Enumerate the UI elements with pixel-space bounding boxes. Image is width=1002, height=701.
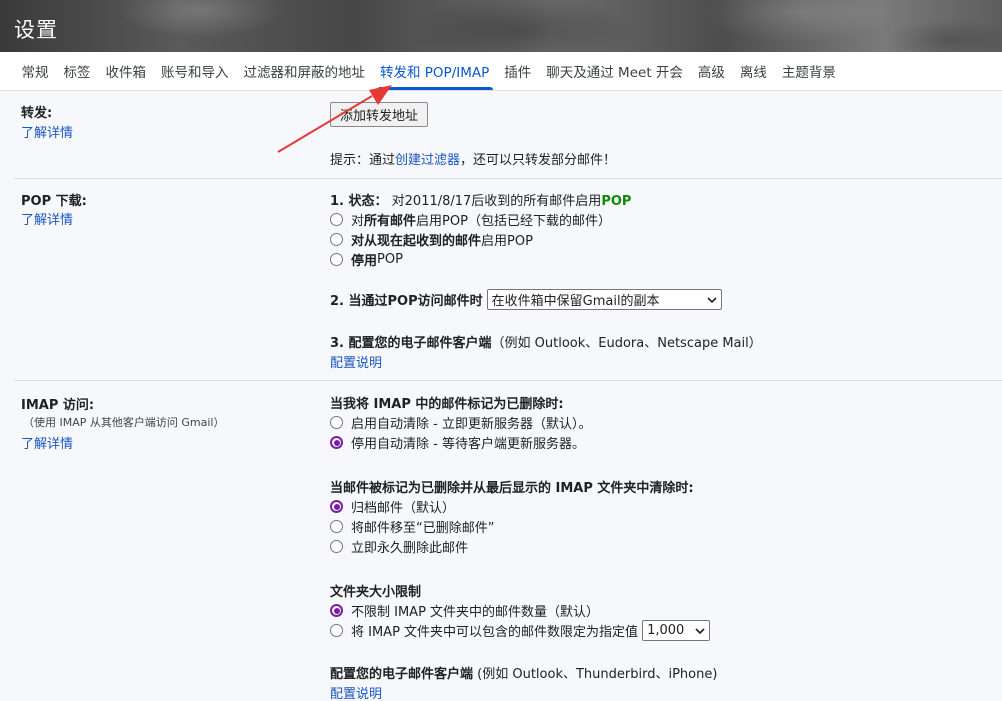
radio-button[interactable]	[330, 213, 343, 226]
pop-option-from-now[interactable]: 对从现在起收到的邮件 启用POP	[330, 230, 533, 249]
pop-config-instructions-link[interactable]: 配置说明	[330, 352, 382, 371]
pop-client-label: 3. 配置您的电子邮件客户端	[330, 336, 492, 351]
radio-button[interactable]	[330, 253, 343, 266]
tab-accounts-import[interactable]: 账号和导入	[154, 52, 237, 90]
pop-status-value: POP	[601, 194, 632, 209]
imap-expunge-archive[interactable]: 归档邮件（默认）	[330, 497, 455, 516]
imap-expunge-delete[interactable]: 立即永久删除此邮件	[330, 537, 468, 556]
section-divider	[14, 380, 1002, 381]
pop-access-label: 2. 当通过POP访问邮件时	[330, 294, 483, 309]
create-filter-link[interactable]: 创建过滤器	[395, 153, 460, 168]
imap-group1-title: 当我将 IMAP 中的邮件标记为已删除时:	[330, 397, 564, 412]
imap-autoexpunge-off-text: 停用自动清除 - 等待客户端更新服务器。	[351, 437, 585, 452]
tab-filters-blocked[interactable]: 过滤器和屏蔽的地址	[236, 52, 373, 90]
tab-labels[interactable]: 标签	[56, 52, 98, 90]
pop-label: POP 下载:	[21, 194, 87, 209]
pop-option-disable[interactable]: 停用 POP	[330, 250, 403, 269]
pop-learn-more-link[interactable]: 了解详情	[21, 209, 73, 228]
pop-option-disable-post: POP	[377, 252, 403, 267]
imap-no-limit[interactable]: 不限制 IMAP 文件夹中的邮件数量（默认）	[330, 601, 599, 620]
imap-learn-more-link[interactable]: 了解详情	[21, 433, 73, 452]
radio-button[interactable]	[330, 436, 343, 449]
pop-option-all-bold: 所有邮件	[364, 214, 417, 229]
imap-expunge-trash[interactable]: 将邮件移至“已删除邮件”	[330, 517, 494, 536]
pop-access-select[interactable]: 在收件箱中保留Gmail的副本	[486, 289, 722, 310]
settings-header: 设置	[0, 0, 1002, 52]
imap-client-label: 配置您的电子邮件客户端	[330, 667, 474, 682]
pop-option-all-post: 启用POP（包括已经下载的邮件）	[416, 214, 611, 229]
imap-label: IMAP 访问:	[21, 398, 95, 413]
imap-autoexpunge-on-text: 启用自动清除 - 立即更新服务器（默认）。	[351, 417, 592, 432]
pop-option-all[interactable]: 对所有邮件 启用POP（包括已经下载的邮件）	[330, 210, 611, 229]
pop-client-row: 3. 配置您的电子邮件客户端（例如 Outlook、Eudora、Netscap…	[330, 332, 762, 351]
chevron-down-icon	[707, 296, 717, 303]
radio-button[interactable]	[330, 233, 343, 246]
radio-button[interactable]	[330, 520, 343, 533]
pop-option-from-now-post: 启用POP	[481, 234, 533, 249]
settings-content: 转发: 了解详情 添加转发地址 提示：通过创建过滤器，还可以只转发部分邮件！ P…	[0, 92, 1002, 701]
forwarding-tip-prefix: 提示：通过	[330, 153, 396, 168]
radio-button[interactable]	[330, 624, 343, 637]
imap-config-instructions-link[interactable]: 配置说明	[330, 683, 382, 701]
radio-button[interactable]	[330, 604, 343, 617]
pop-status-text: 对2011/8/17后收到的所有邮件启用	[387, 194, 602, 209]
pop-status: 1. 状态： 对2011/8/17后收到的所有邮件启用POP	[330, 190, 631, 209]
pop-access-row: 2. 当通过POP访问邮件时 在收件箱中保留Gmail的副本	[330, 289, 722, 310]
forwarding-label: 转发:	[21, 106, 53, 121]
add-forwarding-address-button[interactable]: 添加转发地址	[330, 102, 429, 127]
imap-expunge-delete-text: 立即永久删除此邮件	[351, 541, 469, 556]
imap-client-row: 配置您的电子邮件客户端 (例如 Outlook、Thunderbird、iPho…	[330, 663, 717, 682]
imap-limit-select-value: 1,000	[647, 623, 685, 638]
radio-button[interactable]	[330, 540, 343, 553]
imap-limit[interactable]: 将 IMAP 文件夹中可以包含的邮件数限定为指定值 1,000	[330, 620, 711, 641]
radio-button[interactable]	[330, 416, 343, 429]
pop-status-label: 1. 状态：	[330, 194, 388, 209]
imap-autoexpunge-off[interactable]: 停用自动清除 - 等待客户端更新服务器。	[330, 433, 585, 452]
pop-option-disable-bold: 停用	[351, 254, 378, 269]
section-divider	[14, 178, 1002, 179]
settings-tabs: 常规 标签 收件箱 账号和导入 过滤器和屏蔽的地址 转发和 POP/IMAP 插…	[0, 52, 1002, 91]
tab-chat-meet[interactable]: 聊天及通过 Meet 开会	[539, 52, 691, 90]
imap-autoexpunge-on[interactable]: 启用自动清除 - 立即更新服务器（默认）。	[330, 413, 591, 432]
chevron-down-icon	[695, 627, 705, 634]
pop-option-from-now-bold: 对从现在起收到的邮件	[351, 234, 482, 249]
imap-expunge-trash-text: 将邮件移至“已删除邮件”	[351, 521, 495, 536]
imap-limit-text: 将 IMAP 文件夹中可以包含的邮件数限定为指定值	[351, 625, 639, 640]
forwarding-learn-more-link[interactable]: 了解详情	[21, 122, 73, 141]
radio-button[interactable]	[330, 500, 343, 513]
page-title: 设置	[14, 18, 58, 42]
tab-offline[interactable]: 离线	[732, 52, 774, 90]
forwarding-tip: 提示：通过创建过滤器，还可以只转发部分邮件！	[330, 149, 616, 168]
imap-limit-select[interactable]: 1,000	[642, 620, 711, 641]
tab-inbox[interactable]: 收件箱	[98, 52, 154, 90]
pop-access-select-value: 在收件箱中保留Gmail的副本	[491, 294, 660, 309]
tab-themes[interactable]: 主题背景	[774, 52, 843, 90]
imap-sublabel: （使用 IMAP 从其他客户端访问 Gmail）	[23, 416, 225, 429]
imap-no-limit-text: 不限制 IMAP 文件夹中的邮件数量（默认）	[351, 605, 600, 620]
tab-advanced[interactable]: 高级	[690, 52, 732, 90]
tab-forwarding-pop-imap[interactable]: 转发和 POP/IMAP	[373, 52, 497, 90]
forwarding-tip-suffix: ，还可以只转发部分邮件！	[460, 153, 617, 168]
tab-addons[interactable]: 插件	[497, 52, 539, 90]
tab-general[interactable]: 常规	[14, 52, 56, 90]
pop-option-all-pre: 对	[351, 214, 365, 229]
pop-client-text: （例如 Outlook、Eudora、Netscape Mail）	[491, 336, 762, 351]
imap-client-text: (例如 Outlook、Thunderbird、iPhone)	[473, 667, 718, 682]
imap-group2-title: 当邮件被标记为已删除并从最后显示的 IMAP 文件夹中清除时:	[330, 481, 694, 496]
imap-group3-title: 文件夹大小限制	[330, 585, 422, 600]
imap-expunge-archive-text: 归档邮件（默认）	[351, 501, 456, 516]
